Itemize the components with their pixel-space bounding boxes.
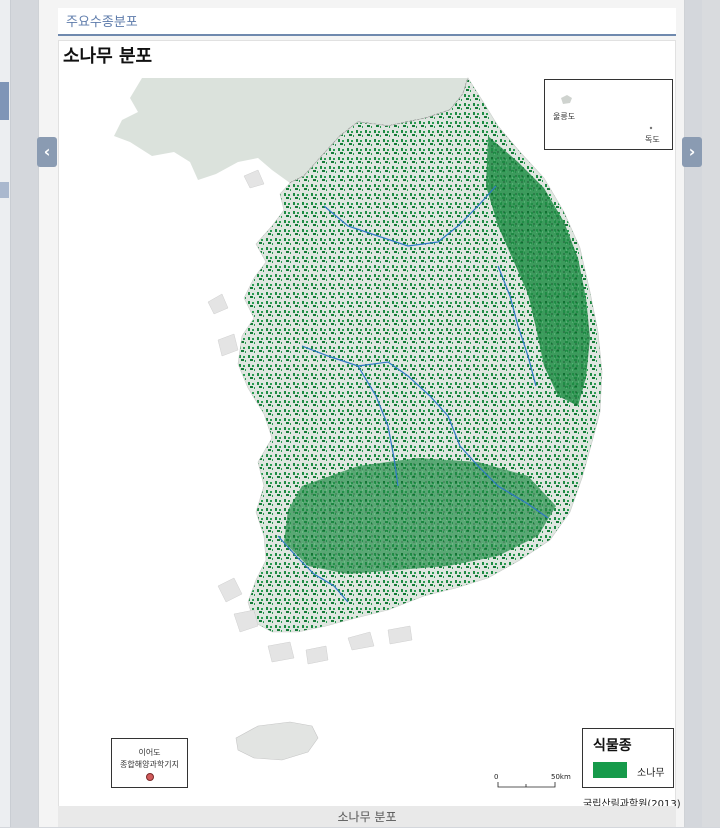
- scale-end: 50km: [551, 773, 571, 781]
- right-rail: [702, 0, 720, 827]
- jeju-island: [235, 721, 319, 761]
- scale-start: 0: [494, 773, 499, 781]
- distribution-map: [114, 77, 603, 761]
- dokdo-shape: [649, 126, 653, 130]
- ieodo-label: 이어도: [138, 748, 161, 757]
- legend-swatch-pine: [593, 762, 627, 778]
- ulleungdo-shape: [561, 95, 572, 104]
- dokdo-label: 독도: [645, 135, 660, 144]
- ieodo-marker: [146, 773, 154, 781]
- legend-label-pine: 소나무: [637, 768, 665, 779]
- section-header: 주요수종분포: [58, 8, 676, 36]
- chevron-right-icon: ›: [688, 142, 696, 161]
- scale-bar-line: [497, 782, 556, 788]
- caption-bar: 소나무 분포: [58, 806, 676, 827]
- chevron-left-icon: ‹: [43, 142, 51, 161]
- ieodo-station-label: 종합해양과학기지: [120, 760, 179, 769]
- ieodo-inset: 이어도 종합해양과학기지: [111, 738, 188, 788]
- ulleungdo-label: 울릉도: [553, 112, 576, 121]
- section-title: 주요수종분포: [66, 15, 138, 30]
- left-rail: [0, 0, 11, 827]
- next-page-button[interactable]: ›: [682, 137, 702, 167]
- map-caption: 소나무 분포: [337, 810, 397, 824]
- map-title: 소나무 분포: [63, 46, 153, 67]
- legend: 식물종 소나무: [582, 728, 674, 788]
- rail-marker: [0, 182, 9, 198]
- ulleungdo-dokdo-inset: 울릉도 독도: [544, 79, 673, 150]
- legend-title: 식물종: [593, 738, 632, 754]
- prev-page-button[interactable]: ‹: [37, 137, 57, 167]
- rail-marker: [0, 82, 9, 120]
